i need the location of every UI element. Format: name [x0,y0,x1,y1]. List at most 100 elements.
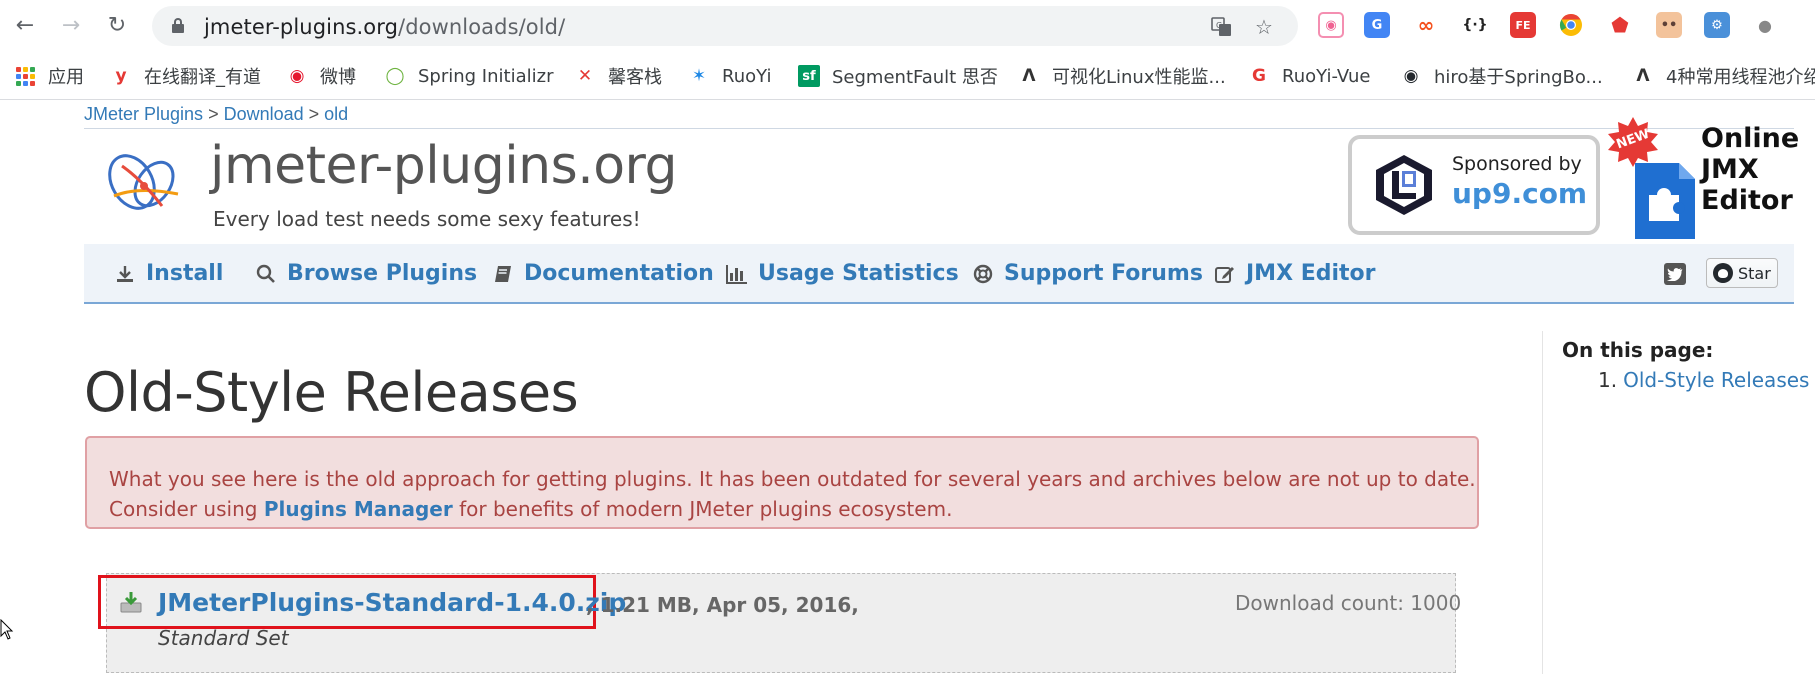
breadcrumb-separator: > [203,104,224,124]
alert-line: Consider using Plugins Manager for benef… [109,494,1476,524]
page-title: Old-Style Releases [84,361,579,424]
json-ext-icon[interactable]: {·} [1462,12,1488,38]
bookmark-spring[interactable]: ◯ Spring Initializr [384,64,553,88]
breadcrumb-separator: > [303,104,325,124]
alert-line: What you see here is the old approach fo… [109,467,1476,491]
tool-ext-icon[interactable]: ⚙ [1704,12,1730,38]
jmx-document-icon [1635,163,1695,239]
address-bar[interactable]: jmeter-plugins.org/downloads/old/ G ☆ [152,6,1298,46]
bookmark-apps[interactable]: 应用 [14,64,84,88]
toc-item-old-style-releases[interactable]: 1. Old-Style Releases [1598,368,1809,392]
nav-label: Usage Statistics [758,261,959,286]
nav-label: Browse Plugins [287,261,478,286]
forward-arrow-icon[interactable]: → [58,12,84,38]
search-icon [255,263,277,285]
youdao-icon: y [115,66,127,86]
lock-icon[interactable] [172,18,184,34]
site-title[interactable]: jmeter-plugins.org [210,136,678,196]
bookmarks-bar: 应用 y 在线翻译_有道 ◉ 微博 ◯ Spring Initializr ✕ … [0,50,1815,100]
file-date: Apr 05, 2016 [706,593,852,617]
bookmark-segmentfault[interactable]: sf SegmentFault 思否 [798,64,998,88]
count-value: 1000 [1410,591,1462,615]
download-icon [114,263,136,285]
nav-label: JMX Editor [1246,261,1376,286]
bookmark-label: RuoYi-Vue [1282,65,1371,87]
nav-browse-plugins[interactable]: Browse Plugins [255,261,477,286]
github-star-button[interactable]: Star [1706,258,1778,288]
bookmark-xinkezhan[interactable]: ✕ 馨客栈 [574,64,662,88]
plugins-manager-link[interactable]: Plugins Manager [264,497,453,521]
back-arrow-icon[interactable]: ← [12,12,38,38]
bookmark-hiro[interactable]: ◉ hiro基于SpringBo... [1400,64,1603,88]
download-count: Download count: 1000 [1235,591,1461,615]
page-content: JMeter Plugins > Download > old jmeter-p… [0,101,1815,674]
url-text[interactable]: jmeter-plugins.org/downloads/old/ [204,15,565,39]
bookmark-weibo[interactable]: ◉ 微博 [286,64,356,88]
main-navbar: Install Browse Plugins Documentation Usa… [84,244,1794,304]
bookmark-youdao[interactable]: y 在线翻译_有道 [110,64,261,88]
sidebar-divider [1542,331,1543,674]
sponsor-banner[interactable]: Sponsored by up9.com [1348,135,1600,235]
infinity-ext-icon[interactable]: ∞ [1413,12,1439,38]
nav-documentation[interactable]: Documentation [492,261,714,286]
nav-label: Support Forums [1004,261,1203,286]
svg-text:G: G [1216,21,1222,30]
bookmark-label: 微博 [320,67,356,88]
download-file-link[interactable]: JMeterPlugins-Standard-1.4.0.zip [158,588,626,617]
lifebuoy-icon [972,263,994,285]
browser-toolbar: ← → ↻ jmeter-plugins.org/downloads/old/ … [0,0,1815,50]
bookmark-label: 在线翻译_有道 [144,67,261,88]
face-ext-icon[interactable]: •• [1656,12,1682,38]
bookmark-linux-monitor[interactable]: Λ 可视化Linux性能监... [1018,64,1226,88]
mouse-cursor-icon [0,618,14,641]
puzzle-ext-icon[interactable]: ● [1752,12,1778,38]
ruoyi-icon: ✶ [691,66,707,86]
shield-ext-icon[interactable]: ⬟ [1607,12,1633,38]
toc-label: Old-Style Releases [1623,368,1810,392]
download-description: Standard Set [158,626,289,650]
github-icon: ◉ [1403,66,1419,86]
apps-icon [14,65,36,87]
breadcrumb-old-link[interactable]: old [324,104,348,124]
breadcrumb-download-link[interactable]: Download [224,104,304,124]
site-tagline: Every load test needs some sexy features… [213,207,641,231]
sponsor-url[interactable]: up9.com [1452,177,1587,210]
nav-usage-statistics[interactable]: Usage Statistics [726,261,959,286]
nav-label: Documentation [524,261,714,286]
nav-support-forums[interactable]: Support Forums [972,261,1203,286]
bookmark-label: 可视化Linux性能监... [1052,67,1226,88]
outdated-alert: What you see here is the old approach fo… [85,436,1479,529]
jmx-editor-ad[interactable]: NEW Online JMX Editor [1605,117,1805,241]
nav-jmx-editor[interactable]: JMX Editor [1214,261,1376,286]
bar-chart-icon [726,263,748,285]
weibo-icon: ◉ [289,66,305,86]
edit-icon [1214,263,1236,285]
reload-icon[interactable]: ↻ [104,12,130,38]
nav-label: Install [146,261,224,286]
nav-install[interactable]: Install [114,261,223,286]
chrome-ext-icon[interactable] [1558,12,1584,38]
bookmark-star-icon[interactable]: ☆ [1252,15,1276,39]
sponsor-label: Sponsored by [1452,153,1582,175]
download-meta: , 1.21 MB, Apr 05, 2016, [586,593,859,617]
breadcrumb-root-link[interactable]: JMeter Plugins [84,104,203,124]
bilibili-ext-icon[interactable]: ◉ [1318,12,1344,38]
jmeter-plugins-logo[interactable] [108,146,184,218]
google-translate-ext-icon[interactable]: G [1364,12,1390,38]
download-file-icon[interactable] [120,591,142,613]
bookmark-ruoyi-vue[interactable]: G RuoYi-Vue [1248,64,1371,88]
jmx-ad-text: Online JMX Editor [1701,123,1799,216]
bookmark-label: RuoYi [722,65,772,87]
bookmark-label: 馨客栈 [608,67,662,88]
bookmark-ruoyi[interactable]: ✶ RuoYi [688,64,772,88]
twitter-icon[interactable] [1664,263,1686,285]
alert-suffix: for benefits of modern JMeter plugins ec… [452,497,953,521]
bookmark-label: Spring Initializr [418,65,554,87]
fe-helper-ext-icon[interactable]: FE [1510,12,1536,38]
bookmark-threadpool[interactable]: Λ 4种常用线程池介绍 [1632,64,1815,88]
count-label: Download count: [1235,591,1404,615]
translate-icon[interactable]: G [1210,15,1234,39]
book-icon [492,263,514,285]
breadcrumb: JMeter Plugins > Download > old [84,104,348,125]
ruoyi-vue-icon: G [1252,66,1266,86]
